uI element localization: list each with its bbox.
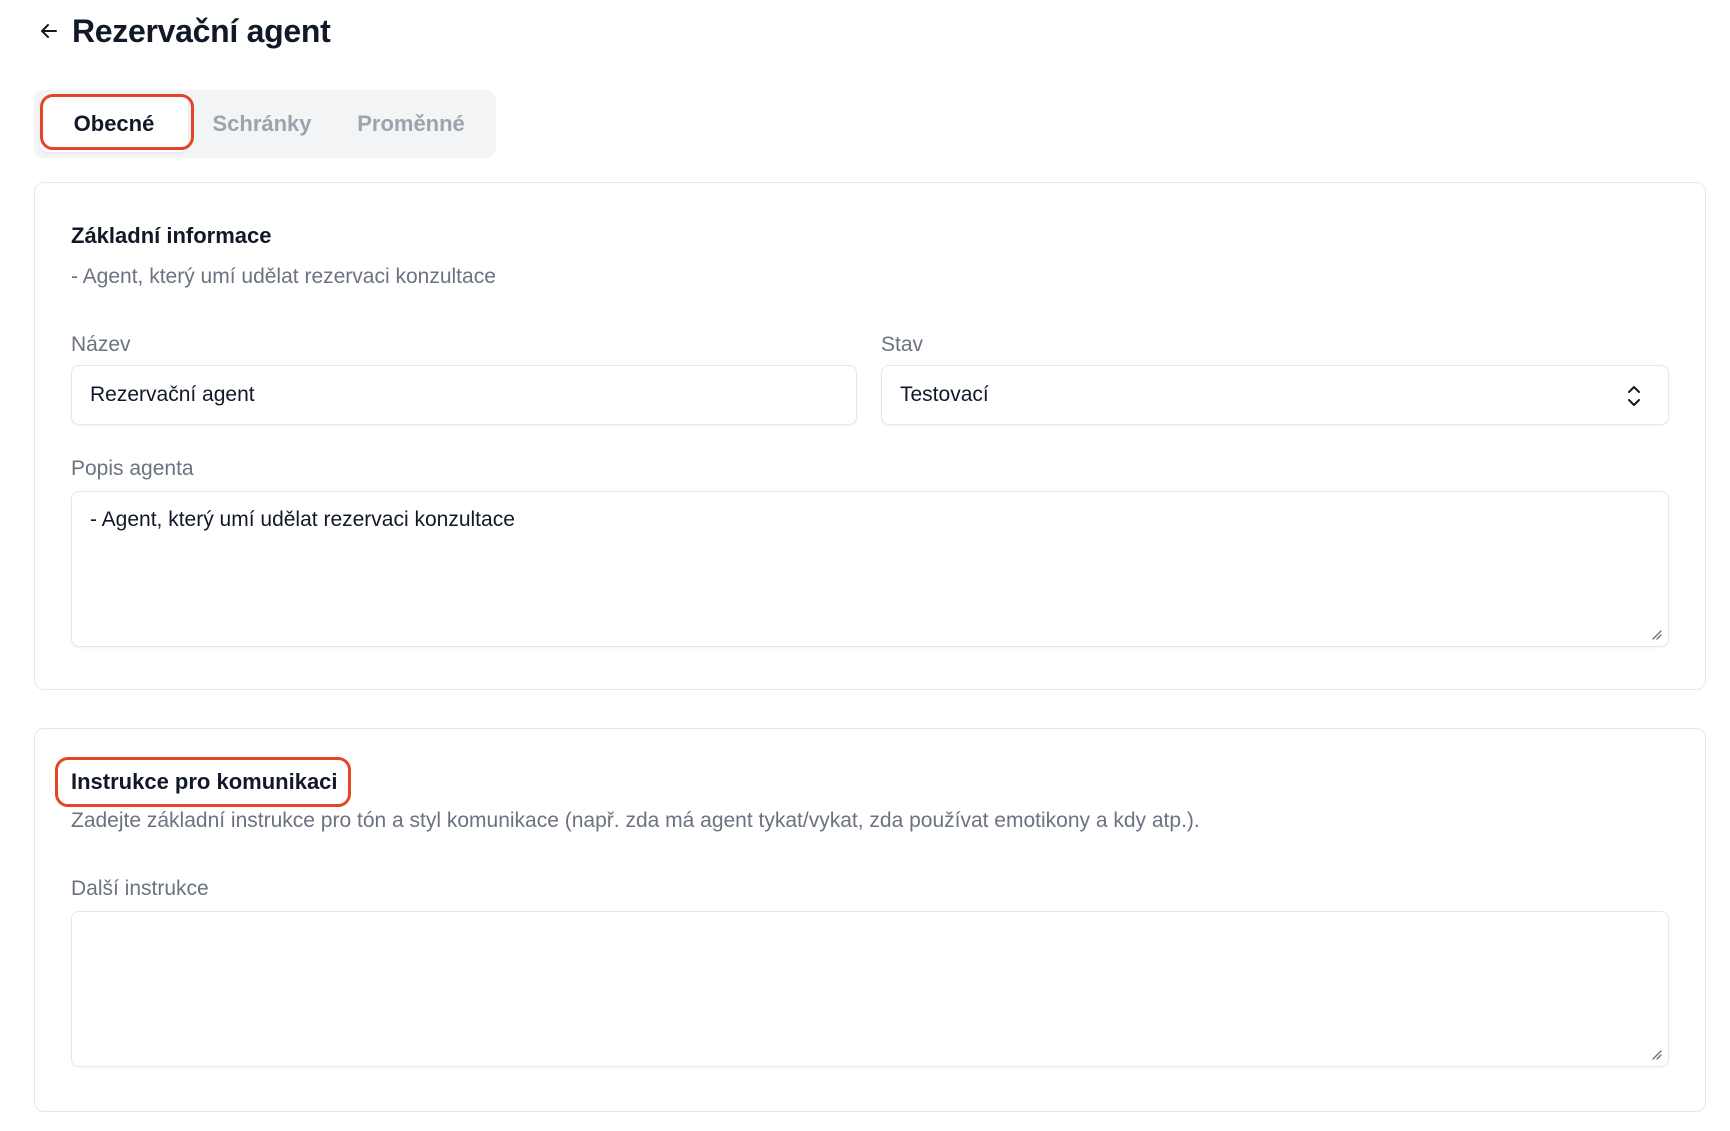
status-select[interactable]: Testovací	[881, 365, 1669, 425]
resize-handle-icon[interactable]	[1648, 626, 1662, 640]
tab-mailboxes[interactable]: Schránky	[188, 96, 336, 152]
basic-info-card: Základní informace - Agent, který umí ud…	[34, 182, 1706, 690]
extra-instructions-textarea[interactable]	[71, 911, 1669, 1067]
communication-title: Instrukce pro komunikaci	[71, 769, 338, 794]
page-header: Rezervační agent	[36, 8, 331, 54]
agent-description-value: - Agent, který umí udělat rezervaci konz…	[90, 508, 515, 531]
agent-description-textarea[interactable]: - Agent, který umí udělat rezervaci konz…	[71, 491, 1669, 647]
status-select-value: Testovací	[900, 383, 989, 406]
basic-info-description: - Agent, který umí udělat rezervaci konz…	[71, 265, 496, 288]
tab-bar: Obecné Schránky Proměnné	[34, 90, 496, 158]
tab-general[interactable]: Obecné	[40, 96, 188, 152]
communication-description: Zadejte základní instrukce pro tón a sty…	[71, 809, 1200, 832]
page-title: Rezervační agent	[72, 12, 331, 49]
resize-handle-icon[interactable]	[1648, 1046, 1662, 1060]
agent-settings-page: Rezervační agent Obecné Schránky Proměnn…	[0, 0, 1730, 1131]
chevron-up-down-icon	[1628, 386, 1640, 406]
name-input-value: Rezervační agent	[90, 383, 255, 406]
agent-description-label: Popis agenta	[71, 457, 194, 480]
tab-variables[interactable]: Proměnné	[336, 96, 486, 152]
name-input[interactable]: Rezervační agent	[71, 365, 857, 425]
basic-info-title: Základní informace	[71, 223, 272, 248]
arrow-left-icon[interactable]	[36, 18, 62, 44]
name-label: Název	[71, 333, 131, 356]
communication-card: Instrukce pro komunikaci Zadejte základn…	[34, 728, 1706, 1112]
status-label: Stav	[881, 333, 924, 356]
extra-instructions-label: Další instrukce	[71, 877, 209, 900]
